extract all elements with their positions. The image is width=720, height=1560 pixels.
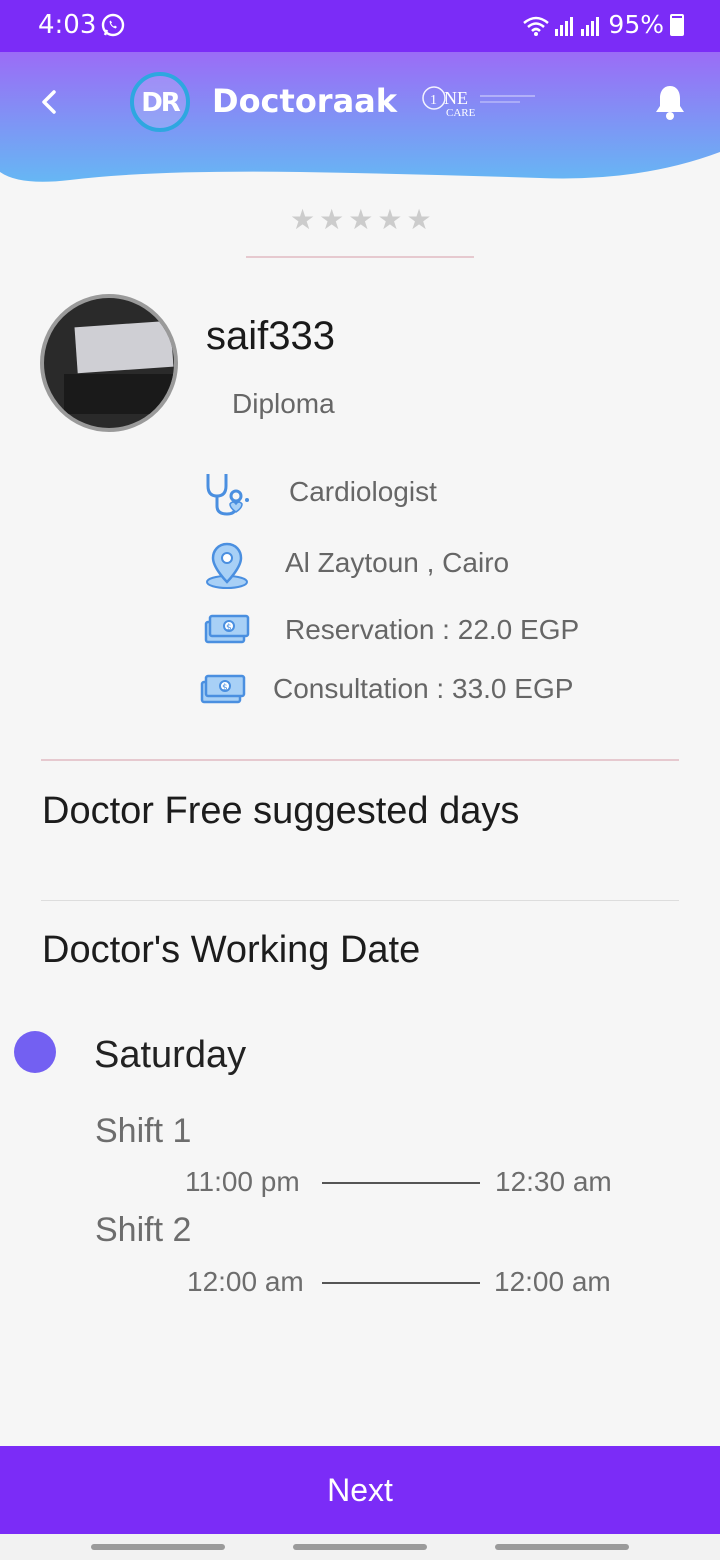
free-days-title: Doctor Free suggested days [42, 790, 520, 832]
svg-text:$: $ [226, 623, 232, 633]
app-title: Doctoraak [212, 82, 398, 120]
app-header: DR Doctoraak 1 NE CARE [0, 52, 720, 187]
status-time: 4:03 [38, 10, 97, 40]
app-logo: DR [130, 72, 190, 132]
svg-text:1: 1 [430, 93, 437, 108]
money-icon: $ [204, 614, 250, 644]
status-bar: 4:03 95% [0, 0, 720, 52]
signal-icon [581, 16, 600, 36]
whatsapp-icon [101, 13, 125, 37]
shift-end-time: 12:30 am [495, 1166, 612, 1197]
nav-back-button[interactable] [495, 1544, 629, 1550]
rating-divider [246, 256, 474, 258]
rating-stars: ★ ★ ★ ★ ★ [290, 205, 432, 235]
consultation-fee: Consultation : 33.0 EGP [273, 673, 574, 704]
shift-connector [322, 1282, 480, 1284]
star-icon: ★ [406, 203, 432, 236]
svg-text:CARE: CARE [446, 107, 476, 119]
shift-end-time: 12:00 am [494, 1266, 611, 1297]
svg-text:NE: NE [444, 88, 468, 108]
nav-recents-button[interactable] [91, 1544, 225, 1550]
shift-label: Shift 2 [95, 1211, 192, 1249]
schedule-day: Saturday [94, 1034, 247, 1076]
working-date-title: Doctor's Working Date [42, 929, 421, 971]
system-nav-bar [0, 1534, 720, 1560]
notification-bell-icon[interactable] [652, 82, 688, 122]
shift-start-time: 12:00 am [187, 1266, 304, 1297]
wifi-icon [523, 16, 550, 36]
shift-label: Shift 1 [95, 1112, 192, 1150]
battery-percent: 95% [608, 10, 664, 39]
section-divider [41, 900, 679, 901]
shift-connector [322, 1182, 480, 1184]
back-button[interactable] [30, 82, 70, 122]
day-indicator-dot [14, 1031, 56, 1073]
star-icon: ★ [348, 203, 374, 236]
star-icon: ★ [319, 203, 345, 236]
doctor-specialty: Cardiologist [289, 476, 437, 507]
stethoscope-icon [206, 474, 249, 516]
shift-start-time: 11:00 pm [185, 1166, 300, 1197]
money-icon: $ [200, 674, 246, 704]
app-logo-text: DR [141, 88, 181, 118]
svg-text:$: $ [222, 683, 228, 693]
star-icon: ★ [377, 203, 403, 236]
location-pin-icon [206, 542, 248, 589]
next-button[interactable]: Next [0, 1446, 720, 1534]
section-divider [41, 759, 679, 761]
doctor-name: saif333 [206, 314, 335, 358]
nav-home-button[interactable] [293, 1544, 427, 1550]
doctor-location: Al Zaytoun , Cairo [285, 547, 510, 578]
doctor-degree: Diploma [232, 388, 335, 419]
star-icon: ★ [290, 203, 316, 236]
partner-logo: 1 NE CARE [422, 86, 535, 119]
status-indicators: 95% [522, 10, 684, 39]
signal-icon [555, 16, 574, 36]
doctor-avatar [40, 294, 178, 432]
battery-icon [670, 13, 684, 36]
reservation-fee: Reservation : 22.0 EGP [285, 614, 580, 645]
